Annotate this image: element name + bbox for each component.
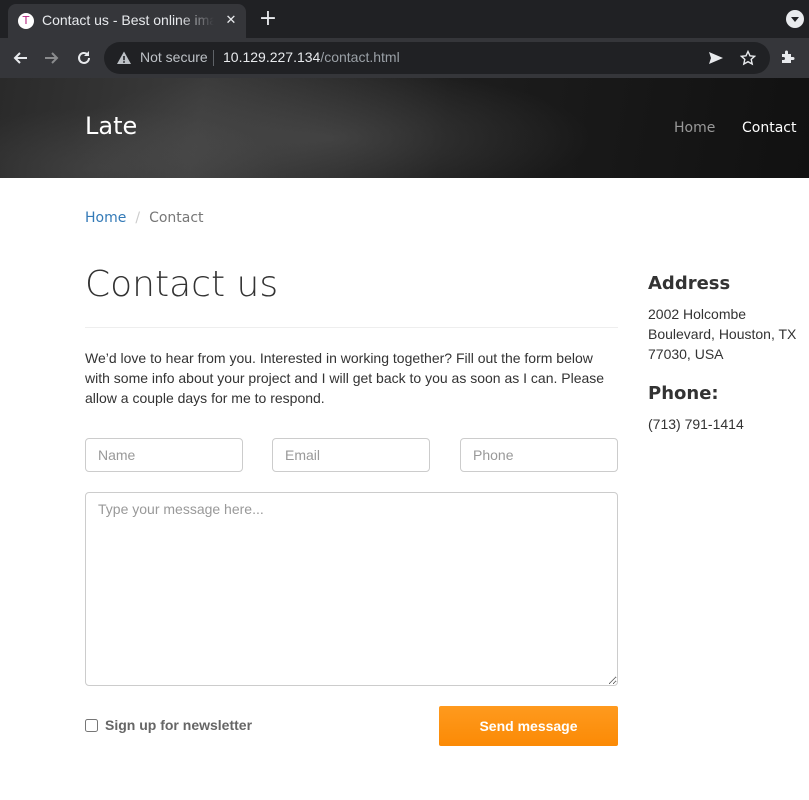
reload-icon[interactable] bbox=[72, 46, 96, 70]
breadcrumb-separator: / bbox=[135, 210, 141, 226]
tab-search-icon[interactable] bbox=[786, 10, 804, 28]
nav-link-contact[interactable]: Contact bbox=[742, 120, 796, 136]
tab-title: Contact us - Best online image tools bbox=[42, 12, 214, 28]
newsletter-label[interactable]: Sign up for newsletter bbox=[105, 717, 252, 733]
browser-tab-strip: T Contact us - Best online image tools ✕… bbox=[0, 0, 809, 38]
newsletter-option[interactable]: Sign up for newsletter bbox=[85, 717, 252, 733]
address-bar[interactable]: Not secure 10.129.227.134/contact.html bbox=[104, 42, 770, 74]
breadcrumb-current: Contact bbox=[149, 210, 204, 226]
send-tab-icon[interactable] bbox=[706, 48, 726, 68]
phone-heading: Phone: bbox=[648, 383, 719, 404]
address-heading: Address bbox=[648, 273, 731, 294]
browser-toolbar: Not secure 10.129.227.134/contact.html bbox=[0, 38, 809, 78]
send-message-button[interactable]: Send message bbox=[439, 706, 618, 746]
phone-text: (713) 791-1414 bbox=[648, 416, 744, 432]
address-text: 2002 Holcombe Boulevard, Houston, TX 770… bbox=[648, 306, 797, 362]
extensions-icon[interactable] bbox=[778, 46, 798, 68]
title-divider bbox=[85, 327, 618, 328]
url-text[interactable]: 10.129.227.134/contact.html bbox=[223, 49, 400, 65]
new-tab-icon[interactable]: + bbox=[256, 8, 280, 32]
newsletter-checkbox[interactable] bbox=[85, 718, 98, 732]
favicon-icon: T bbox=[18, 13, 34, 29]
breadcrumb-home-link[interactable]: Home bbox=[85, 210, 126, 226]
browser-tab[interactable]: T Contact us - Best online image tools ✕ bbox=[8, 4, 246, 38]
site-header: Late Home Contact bbox=[0, 78, 809, 178]
site-brand[interactable]: Late bbox=[85, 112, 137, 140]
name-field[interactable] bbox=[85, 438, 243, 472]
back-arrow-icon[interactable] bbox=[8, 46, 32, 70]
intro-text: We’d love to hear from you. Interested i… bbox=[85, 350, 605, 406]
page-title: Contact us bbox=[85, 264, 279, 305]
breadcrumb: Home / Contact bbox=[85, 210, 204, 226]
url-host: 10.129.227.134 bbox=[223, 49, 321, 65]
nav-link-home[interactable]: Home bbox=[674, 120, 715, 136]
email-field[interactable] bbox=[272, 438, 430, 472]
message-textarea[interactable] bbox=[85, 492, 618, 686]
address-separator bbox=[213, 50, 214, 66]
phone-field[interactable] bbox=[460, 438, 618, 472]
star-icon[interactable] bbox=[738, 48, 758, 68]
not-secure-label[interactable]: Not secure bbox=[140, 49, 208, 65]
warning-icon[interactable] bbox=[116, 50, 132, 66]
forward-arrow-icon[interactable] bbox=[40, 46, 64, 70]
url-path: /contact.html bbox=[320, 49, 400, 65]
close-icon[interactable]: ✕ bbox=[222, 12, 240, 30]
